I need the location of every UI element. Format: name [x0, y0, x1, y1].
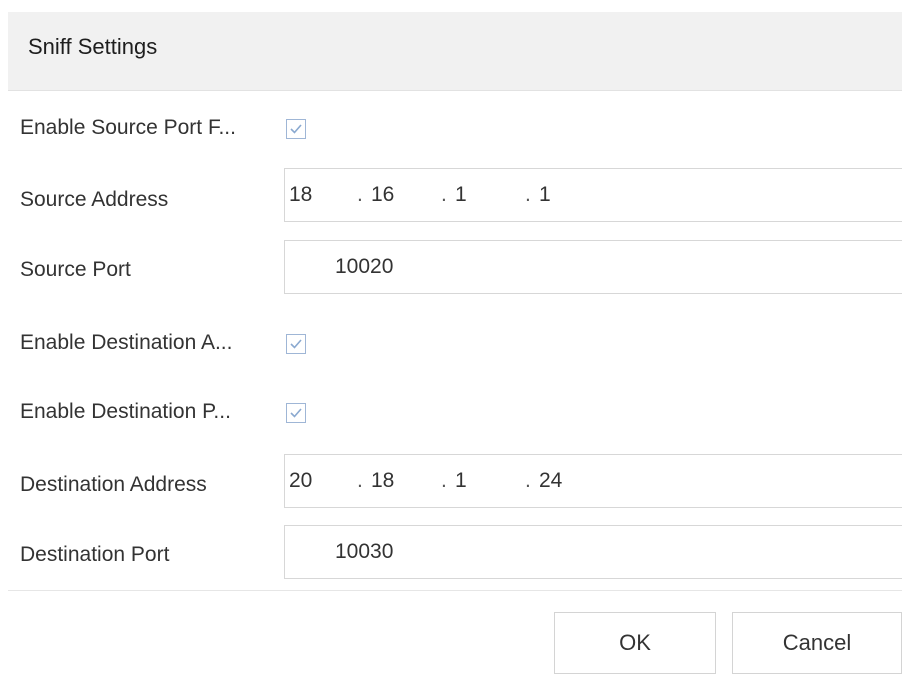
- destination-port-input[interactable]: 10030: [284, 525, 902, 579]
- enable-destination-port-checkbox[interactable]: [286, 403, 306, 423]
- enable-destination-address-checkbox[interactable]: [286, 334, 306, 354]
- checkmark-icon: [290, 124, 302, 134]
- sniff-settings-dialog: Sniff Settings Enable Source Port F... S…: [8, 12, 902, 679]
- source-address-label: Source Address: [20, 188, 169, 211]
- destination-address-label: Destination Address: [20, 473, 207, 496]
- source-address-octet-4[interactable]: 1: [539, 183, 551, 207]
- destination-address-octet-4[interactable]: 24: [539, 469, 562, 493]
- source-address-octet-1[interactable]: 18: [289, 183, 312, 207]
- source-port-value: 10020: [335, 255, 394, 278]
- dialog-title: Sniff Settings: [28, 34, 158, 59]
- destination-port-value: 10030: [335, 540, 394, 563]
- enable-source-port-filter-checkbox[interactable]: [286, 119, 306, 139]
- checkmark-icon: [290, 408, 302, 418]
- destination-address-octet-1[interactable]: 20: [289, 469, 312, 493]
- source-address-octet-2[interactable]: 16: [371, 183, 394, 207]
- cancel-button[interactable]: Cancel: [732, 612, 902, 674]
- source-address-input[interactable]: 18 . 16 . 1 . 1: [284, 168, 902, 222]
- ip-separator: .: [357, 183, 363, 206]
- ip-separator: .: [525, 469, 531, 492]
- source-address-octet-3[interactable]: 1: [455, 183, 467, 207]
- dialog-title-bar: Sniff Settings: [8, 12, 902, 91]
- enable-destination-port-label: Enable Destination P...: [20, 400, 231, 423]
- destination-address-input[interactable]: 20 . 18 . 1 . 24: [284, 454, 902, 508]
- ip-separator: .: [525, 183, 531, 206]
- ip-separator: .: [441, 183, 447, 206]
- ok-button[interactable]: OK: [554, 612, 716, 674]
- enable-source-port-filter-label: Enable Source Port F...: [20, 116, 236, 139]
- source-port-label: Source Port: [20, 258, 131, 281]
- destination-address-octet-3[interactable]: 1: [455, 469, 467, 493]
- checkmark-icon: [290, 339, 302, 349]
- ip-separator: .: [357, 469, 363, 492]
- source-port-input[interactable]: 10020: [284, 240, 902, 294]
- destination-port-label: Destination Port: [20, 543, 170, 566]
- ip-separator: .: [441, 469, 447, 492]
- destination-address-octet-2[interactable]: 18: [371, 469, 394, 493]
- enable-destination-address-label: Enable Destination A...: [20, 331, 233, 354]
